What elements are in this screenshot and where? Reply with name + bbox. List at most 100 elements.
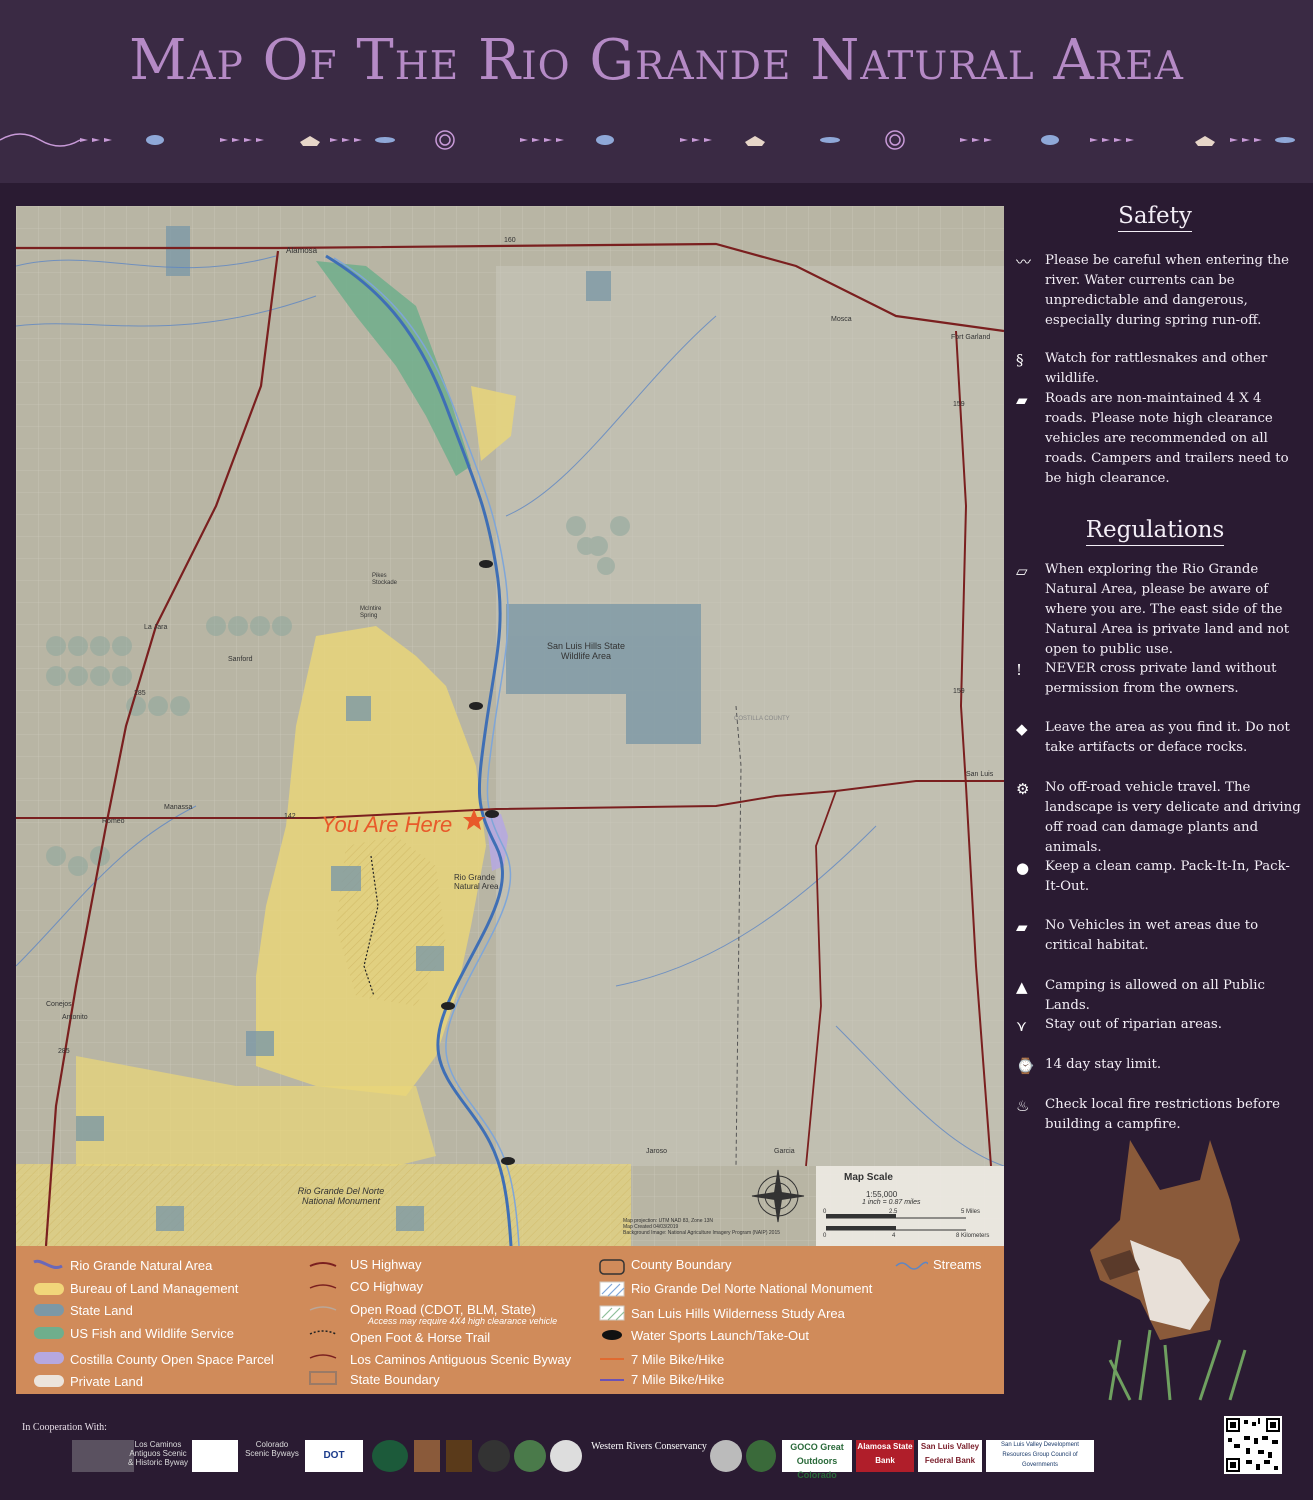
legend-us-highway: US Highway bbox=[350, 1257, 422, 1272]
label-pikes-stockade: Pikes Stockade bbox=[372, 573, 398, 586]
label-conejos: Conejos bbox=[46, 1001, 72, 1008]
legend-open-road-note: Access may require 4X4 high clearance ve… bbox=[368, 1316, 558, 1326]
logo-partner-4 bbox=[514, 1440, 546, 1472]
logo-slv-federal-bank: San Luis Valley Federal Bank bbox=[918, 1440, 982, 1472]
map-scale-tick-0b: 0 bbox=[823, 1233, 827, 1239]
hwy-160-shield: 160 bbox=[504, 237, 516, 244]
header-banner: Map Of The Rio Grande Natural Area bbox=[0, 0, 1313, 183]
label-san-luis-hills-swa: San Luis Hills State Wildlife Area bbox=[546, 641, 626, 661]
exclamation-icon: ! bbox=[1016, 661, 1023, 679]
logo-slv-drg: San Luis Valley Development Resources Gr… bbox=[986, 1440, 1094, 1472]
label-mcintire-spring: McIntire Spring bbox=[360, 606, 382, 619]
legend-state-boundary: State Boundary bbox=[350, 1372, 440, 1387]
map-panel[interactable]: Alamosa Mosca Fort Garland La Jara Sanfo… bbox=[16, 206, 1004, 1246]
regulation-text: No off-road vehicle travel. The landscap… bbox=[1045, 780, 1301, 855]
tent-icon: ▲ bbox=[1016, 978, 1028, 996]
legend-rgdn-monument: Rio Grande Del Norte National Monument bbox=[631, 1281, 873, 1296]
regulations-heading: Regulations bbox=[1010, 517, 1300, 546]
legend-county-boundary: County Boundary bbox=[631, 1257, 732, 1272]
snake-icon: § bbox=[1016, 351, 1024, 369]
swatch-usfws bbox=[34, 1327, 64, 1339]
map-scale-km: 8 Kilometers bbox=[956, 1233, 990, 1239]
regulation-text: Camping is allowed on all Public Lands. bbox=[1045, 978, 1265, 1013]
regulation-text: Keep a clean camp. Pack-It-In, Pack-It-O… bbox=[1045, 859, 1290, 894]
map-scale-tick-4: 4 bbox=[892, 1233, 896, 1239]
logo-colorado-scenic-byways: Colorado Scenic Byways bbox=[245, 1440, 299, 1458]
logo-partner-3 bbox=[478, 1440, 510, 1472]
label-costilla-county: COSTILLA COUNTY bbox=[734, 716, 790, 722]
logo-partner-6 bbox=[710, 1440, 742, 1472]
map-icon: ▱ bbox=[1016, 562, 1028, 580]
hwy-142-shield: 142 bbox=[284, 813, 296, 820]
credit-line-3: Background Image: National Agriculture I… bbox=[623, 1230, 781, 1236]
regulations-title: Regulations bbox=[1085, 517, 1225, 546]
map-scale-title: Map Scale bbox=[844, 1172, 893, 1183]
hwy-285b-shield: 285 bbox=[58, 1048, 70, 1055]
logo-alamosa-state-bank: Alamosa State Bank bbox=[856, 1440, 914, 1472]
label-jaroso: Jaroso bbox=[646, 1148, 668, 1155]
label-la-jara: La Jara bbox=[144, 624, 168, 631]
stopwatch-icon: ⌚ bbox=[1016, 1057, 1035, 1075]
legend-costilla: Costilla County Open Space Parcel bbox=[70, 1352, 274, 1367]
legend-rgna: Rio Grande Natural Area bbox=[70, 1258, 213, 1273]
swatch-blm bbox=[34, 1283, 64, 1295]
atv-icon: ⚙ bbox=[1016, 780, 1030, 798]
coyote-illustration bbox=[1090, 1140, 1247, 1401]
map-scale-tick-0: 0 bbox=[823, 1209, 827, 1215]
truck-icon: ▰ bbox=[1016, 391, 1028, 409]
logo-blm bbox=[372, 1440, 408, 1472]
logo-cdot: DOT bbox=[305, 1440, 363, 1472]
legend-bike-hike-2: 7 Mile Bike/Hike bbox=[631, 1372, 725, 1387]
label-garcia: Garcia bbox=[774, 1148, 795, 1155]
legend-bike-hike-1: 7 Mile Bike/Hike bbox=[631, 1352, 725, 1367]
map-graphic bbox=[16, 206, 1004, 1246]
legend-slh-wsa: San Luis Hills Wilderness Study Area bbox=[631, 1306, 845, 1321]
label-romeo: Romeo bbox=[102, 818, 125, 825]
wave-icon: 〰 bbox=[1016, 253, 1032, 271]
legend-scenic-byway: Los Caminos Antiguous Scenic Byway bbox=[350, 1352, 572, 1367]
trash-bag-icon: ● bbox=[1016, 859, 1030, 877]
regulation-text: NEVER cross private land without permiss… bbox=[1045, 661, 1277, 696]
cooperation-label: In Cooperation With: bbox=[22, 1422, 107, 1433]
logo-partner-7 bbox=[746, 1440, 776, 1472]
logo-los-caminos: Los Caminos Antiguos Scenic & Historic B… bbox=[128, 1440, 189, 1467]
regulation-text: Stay out of riparian areas. bbox=[1045, 1017, 1222, 1032]
legend-open-road: Open Road (CDOT, BLM, State) bbox=[350, 1302, 536, 1317]
qr-code-graphic bbox=[1226, 1418, 1280, 1472]
label-mosca: Mosca bbox=[831, 316, 852, 323]
swatch-costilla bbox=[34, 1352, 64, 1364]
legend-water-launch: Water Sports Launch/Take-Out bbox=[631, 1328, 809, 1343]
swatch-private bbox=[34, 1375, 64, 1387]
qr-code[interactable] bbox=[1224, 1416, 1282, 1474]
swatches-roads bbox=[309, 1262, 337, 1385]
logo-goco: GOCO Great Outdoors Colorado bbox=[782, 1440, 852, 1480]
logo-usfws bbox=[414, 1440, 440, 1472]
label-rgdn-monument: Rio Grande Del Norte National Monument bbox=[297, 1186, 385, 1206]
swatch-rgna bbox=[33, 1259, 63, 1269]
label-san-luis: San Luis bbox=[966, 771, 994, 778]
swatches-areas bbox=[599, 1259, 625, 1381]
label-fort-garland: Fort Garland bbox=[951, 334, 991, 341]
label-manassa: Manassa bbox=[164, 804, 193, 811]
logo-partner-5 bbox=[550, 1440, 582, 1472]
safety-text: Watch for rattlesnakes and other wildlif… bbox=[1045, 351, 1268, 386]
safety-heading: Safety bbox=[1010, 203, 1300, 232]
hwy-159-shield: 159 bbox=[953, 401, 965, 408]
legend-blm: Bureau of Land Management bbox=[70, 1281, 239, 1296]
regulation-text: No Vehicles in wet areas due to critical… bbox=[1045, 918, 1259, 953]
decorative-border bbox=[0, 130, 1295, 150]
map-credits: Map projection: UTM NAD 83, Zone 13N Map… bbox=[623, 1218, 803, 1236]
label-antonito: Antonito bbox=[62, 1014, 88, 1021]
map-legend: Rio Grande Natural Area Bureau of Land M… bbox=[16, 1246, 1004, 1394]
safety-text: Please be careful when entering the rive… bbox=[1045, 253, 1290, 328]
map-scale-miles: 5 Miles bbox=[961, 1209, 981, 1215]
you-are-here-label: You Are Here bbox=[321, 812, 453, 837]
reeds-icon: ⋎ bbox=[1016, 1017, 1027, 1035]
logo-western-rivers: Western Rivers Conservancy bbox=[590, 1440, 708, 1472]
campfire-icon: ♨ bbox=[1016, 1097, 1030, 1115]
hwy-285-shield: 285 bbox=[134, 690, 146, 697]
legend-streams: Streams bbox=[933, 1257, 982, 1272]
swatch-state bbox=[34, 1304, 64, 1316]
legend-trail: Open Foot & Horse Trail bbox=[350, 1330, 491, 1345]
regulation-text: When exploring the Rio Grande Natural Ar… bbox=[1045, 562, 1290, 657]
